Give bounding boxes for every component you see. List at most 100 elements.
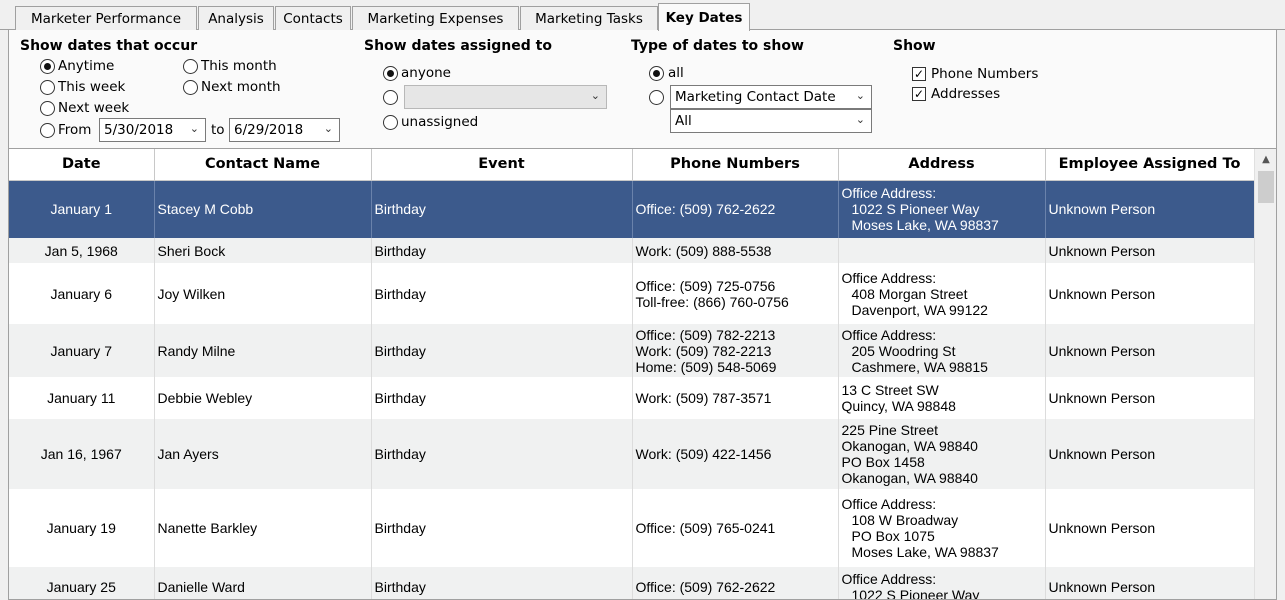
phone-line: Home: (509) 548-5069 bbox=[635, 358, 777, 375]
table-row[interactable]: January 6 Joy Wilken Birthday Office: (509)… bbox=[9, 263, 1255, 324]
anytime-radio[interactable] bbox=[40, 59, 55, 74]
tab-marketer-performance[interactable]: Marketer Performance bbox=[15, 6, 197, 30]
address-line: Quincy, WA 98848 bbox=[841, 398, 956, 414]
contact-name-cell: Sheri Bock bbox=[154, 238, 372, 263]
event-cell: Birthday bbox=[371, 419, 633, 489]
table-row[interactable]: January 25 Danielle Ward Birthday Office: (… bbox=[9, 567, 1255, 599]
next-month-radio[interactable] bbox=[183, 80, 198, 95]
date-cell: Jan 16, 1967 bbox=[9, 419, 155, 489]
occur-group-title: Show dates that occur bbox=[20, 38, 198, 54]
phone-numbers-cell: Office: (509) 762-2622 bbox=[632, 180, 839, 238]
col-header-contact-name[interactable]: Contact Name bbox=[154, 149, 372, 181]
unassigned-label[interactable]: unassigned bbox=[401, 114, 478, 130]
tab-marketing-expenses[interactable]: Marketing Expenses bbox=[352, 6, 519, 30]
date-type-select[interactable]: Marketing Contact Date ⌄ bbox=[670, 85, 872, 109]
event-cell: Birthday bbox=[371, 263, 633, 324]
show-group-title: Show bbox=[893, 38, 936, 54]
chevron-down-icon[interactable]: ⌄ bbox=[856, 113, 865, 126]
address-line: Office Address: bbox=[841, 185, 937, 202]
table-row[interactable]: January 7 Randy Milne Birthday Office: (509… bbox=[9, 324, 1255, 377]
table-row[interactable]: January 1 Stacey M Cobb Birthday Office: (5… bbox=[9, 180, 1255, 238]
address-cell: 225 Pine Street Okanogan, WA 98840 PO Box … bbox=[838, 419, 1046, 489]
this-week-radio[interactable] bbox=[40, 80, 55, 95]
type-group-title: Type of dates to show bbox=[631, 38, 804, 54]
address-line: Okanogan, WA 98840 bbox=[841, 438, 978, 454]
col-header-event[interactable]: Event bbox=[371, 149, 633, 181]
col-header-employee-assigned[interactable]: Employee Assigned To bbox=[1045, 149, 1255, 181]
tab-key-dates[interactable]: Key Dates bbox=[658, 3, 750, 31]
col-header-phone-numbers[interactable]: Phone Numbers bbox=[632, 149, 839, 181]
scroll-up-icon[interactable]: ▲ bbox=[1255, 149, 1276, 171]
next-month-label[interactable]: Next month bbox=[201, 79, 281, 95]
table-row[interactable]: Jan 5, 1968 Sheri Bock Birthday Work: (509)… bbox=[9, 238, 1255, 263]
phone-line: Office: (509) 765-0241 bbox=[635, 520, 776, 536]
address-cell: Office Address: 1022 S Pioneer Way bbox=[838, 567, 1046, 599]
date-subtype-value: All bbox=[675, 113, 692, 129]
address-line: 225 Pine Street bbox=[841, 422, 939, 438]
phone-numbers-cell: Office: (509) 762-2622 bbox=[632, 567, 839, 599]
phone-numbers-cell: Work: (509) 787-3571 bbox=[632, 377, 839, 419]
phone-line: Work: (509) 782-2213 bbox=[635, 342, 772, 359]
from-date-picker[interactable]: 5/30/2018 ⌄ bbox=[99, 118, 206, 142]
contact-name-cell: Danielle Ward bbox=[154, 567, 372, 599]
anytime-label[interactable]: Anytime bbox=[58, 58, 114, 74]
contact-name-cell: Debbie Webley bbox=[154, 377, 372, 419]
address-line: Davenport, WA 99122 bbox=[851, 301, 988, 318]
from-radio[interactable] bbox=[40, 123, 55, 138]
this-month-label[interactable]: This month bbox=[201, 58, 277, 74]
contact-name-cell: Randy Milne bbox=[154, 324, 372, 377]
chevron-down-icon[interactable]: ⌄ bbox=[190, 122, 199, 135]
from-date-value: 5/30/2018 bbox=[104, 122, 174, 138]
scroll-thumb[interactable] bbox=[1258, 171, 1274, 203]
addresses-checkbox[interactable]: ✓ bbox=[912, 87, 926, 101]
key-dates-grid[interactable]: Date Contact Name Event Phone Numbers Ad… bbox=[8, 148, 1277, 600]
next-week-label[interactable]: Next week bbox=[58, 100, 129, 116]
anyone-label[interactable]: anyone bbox=[401, 65, 451, 81]
next-week-radio[interactable] bbox=[40, 101, 55, 116]
col-header-date[interactable]: Date bbox=[9, 149, 155, 181]
address-line: 1022 S Pioneer Way bbox=[851, 201, 980, 218]
address-line: Office Address: bbox=[841, 496, 937, 512]
to-date-picker[interactable]: 6/29/2018 ⌄ bbox=[229, 118, 340, 142]
table-row[interactable]: Jan 16, 1967 Jan Ayers Birthday Work: (509)… bbox=[9, 419, 1255, 489]
vertical-scrollbar[interactable]: ▲ bbox=[1254, 149, 1276, 599]
all-types-radio[interactable] bbox=[649, 66, 664, 81]
employee-radio[interactable] bbox=[383, 90, 398, 105]
phone-numbers-label[interactable]: Phone Numbers bbox=[931, 66, 1038, 82]
address-line: 108 W Broadway bbox=[851, 512, 959, 528]
addresses-label[interactable]: Addresses bbox=[931, 86, 1000, 102]
chevron-down-icon[interactable]: ⌄ bbox=[591, 89, 600, 102]
unassigned-radio[interactable] bbox=[383, 115, 398, 130]
table-row[interactable]: January 11 Debbie Webley Birthday Work: (50… bbox=[9, 377, 1255, 419]
phone-line: Office: (509) 782-2213 bbox=[635, 326, 776, 343]
all-types-label[interactable]: all bbox=[668, 65, 684, 81]
employee-select[interactable]: ⌄ bbox=[404, 85, 607, 109]
date-cell: Jan 5, 1968 bbox=[9, 238, 155, 263]
contact-name-cell: Stacey M Cobb bbox=[154, 180, 372, 238]
address-line: Office Address: bbox=[841, 571, 937, 587]
anyone-radio[interactable] bbox=[383, 66, 398, 81]
contact-name-cell: Jan Ayers bbox=[154, 419, 372, 489]
this-week-label[interactable]: This week bbox=[58, 79, 125, 95]
from-label[interactable]: From bbox=[58, 122, 91, 138]
date-cell: January 1 bbox=[9, 180, 155, 238]
date-cell: January 19 bbox=[9, 489, 155, 567]
key-dates-table: Date Contact Name Event Phone Numbers Ad… bbox=[9, 149, 1255, 599]
phone-numbers-checkbox[interactable]: ✓ bbox=[912, 67, 926, 81]
chevron-down-icon[interactable]: ⌄ bbox=[324, 122, 333, 135]
phone-line: Work: (509) 888-5538 bbox=[635, 242, 772, 259]
address-cell: Office Address: 108 W Broadway PO Box 1075… bbox=[838, 489, 1046, 567]
phone-line: Office: (509) 762-2622 bbox=[635, 579, 776, 595]
tab-contacts[interactable]: Contacts bbox=[275, 6, 351, 30]
tab-analysis[interactable]: Analysis bbox=[198, 6, 274, 30]
employee-assigned-cell: Unknown Person bbox=[1045, 377, 1255, 419]
date-type-value: Marketing Contact Date bbox=[675, 89, 836, 105]
address-line: Cashmere, WA 98815 bbox=[851, 358, 988, 375]
tab-marketing-tasks[interactable]: Marketing Tasks bbox=[520, 6, 658, 30]
col-header-address[interactable]: Address bbox=[838, 149, 1046, 181]
table-row[interactable]: January 19 Nanette Barkley Birthday Office:… bbox=[9, 489, 1255, 567]
chevron-down-icon[interactable]: ⌄ bbox=[856, 89, 865, 102]
date-subtype-select[interactable]: All ⌄ bbox=[670, 109, 872, 133]
specific-type-radio[interactable] bbox=[649, 90, 664, 105]
this-month-radio[interactable] bbox=[183, 59, 198, 74]
